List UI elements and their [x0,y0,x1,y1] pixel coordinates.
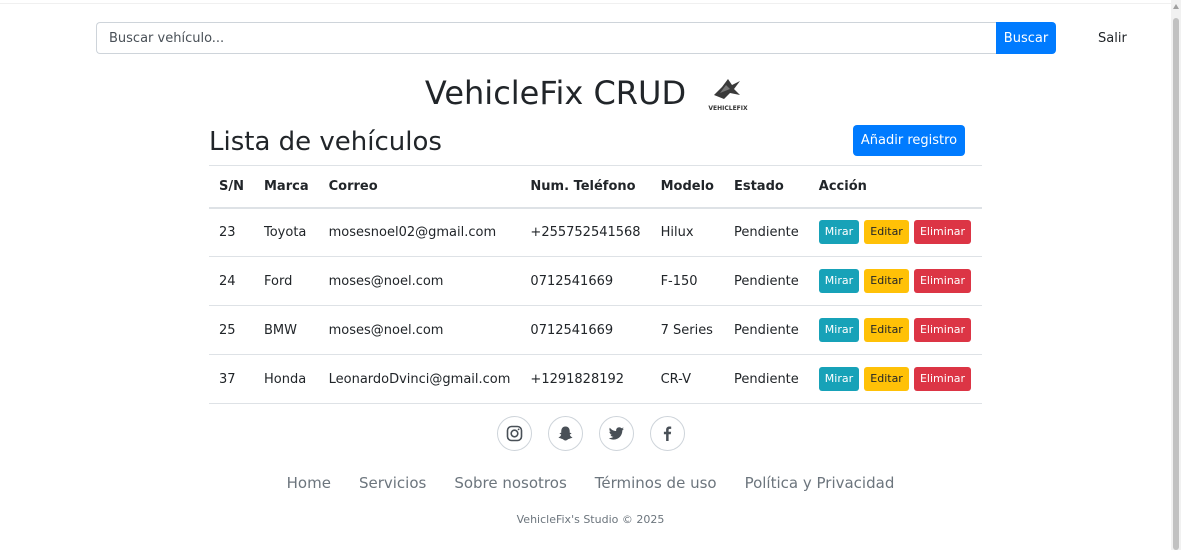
page-title: VehicleFix CRUD [424,74,687,112]
footer-link-home[interactable]: Home [287,474,331,492]
cell-marca: Ford [254,256,319,306]
copyright: VehicleFix's Studio © 2025 [516,513,665,526]
header: VehicleFix CRUD VEHICLEFIX [0,73,1181,113]
scroll-up-arrow-icon[interactable] [1173,4,1179,9]
table-row: 37 Honda LeonardoDvinci@gmail.com +12918… [209,354,983,404]
view-button[interactable]: Mirar [818,367,860,391]
cell-telefono: +1291828192 [520,354,651,404]
delete-button[interactable]: Eliminar [913,269,972,293]
edit-button[interactable]: Editar [864,220,909,245]
cell-modelo: CR-V [650,354,724,404]
facebook-icon[interactable] [649,416,685,451]
add-record-button[interactable]: Añadir registro [853,125,965,156]
cell-correo: moses@noel.com [318,256,521,306]
footer-link-about[interactable]: Sobre nosotros [454,474,566,492]
cell-sn: 23 [209,207,254,257]
logout-link[interactable]: Salir [1098,31,1127,46]
twitter-icon[interactable] [598,416,634,451]
cell-actions: Mirar Editar Eliminar [808,354,983,404]
cell-correo: moses@noel.com [318,305,521,355]
column-header: Acción [808,165,983,209]
cell-estado: Pendiente [723,256,809,306]
column-header: Marca [254,165,319,209]
cell-sn: 24 [209,256,254,306]
search-input[interactable] [96,22,996,54]
cell-telefono: +255752541568 [520,207,651,257]
column-header: Num. Teléfono [520,165,651,209]
instagram-icon[interactable] [496,416,532,451]
vehiclefix-logo: VEHICLEFIX [700,73,756,113]
delete-button[interactable]: Eliminar [913,220,972,245]
cell-correo: mosesnoel02@gmail.com [318,207,521,257]
edit-button[interactable]: Editar [864,269,909,293]
edit-button[interactable]: Editar [864,367,909,391]
view-button[interactable]: Mirar [818,269,860,293]
cell-actions: Mirar Editar Eliminar [808,207,983,257]
cell-estado: Pendiente [723,354,809,404]
cell-marca: BMW [254,305,319,355]
cell-telefono: 0712541669 [520,256,651,306]
cell-actions: Mirar Editar Eliminar [808,305,983,355]
cell-estado: Pendiente [723,305,809,355]
footer-nav: Home Servicios Sobre nosotros Términos d… [0,474,1181,492]
cell-modelo: Hilux [650,207,724,257]
edit-button[interactable]: Editar [864,318,909,342]
top-border [0,0,1171,4]
table-row: 24 Ford moses@noel.com 0712541669 F-150 … [209,256,983,306]
search-button[interactable]: Buscar [996,22,1056,54]
delete-button[interactable]: Eliminar [913,318,972,342]
delete-button[interactable]: Eliminar [913,367,972,391]
scrollbar-thumb[interactable] [1173,18,1179,550]
snapchat-icon[interactable] [547,416,583,451]
footer-link-terms[interactable]: Términos de uso [595,474,717,492]
column-header: S/N [209,165,254,209]
column-header: Estado [723,165,809,209]
vehicles-table: S/N Marca Correo Num. Teléfono Modelo Es… [209,165,983,404]
logo-text: VEHICLEFIX [708,105,748,112]
cell-marca: Honda [254,354,319,404]
cell-sn: 37 [209,354,254,404]
search-bar: Buscar [96,22,1056,54]
cell-modelo: F-150 [650,256,724,306]
column-header: Modelo [650,165,724,209]
cell-estado: Pendiente [723,207,809,257]
cell-modelo: 7 Series [650,305,724,355]
cell-telefono: 0712541669 [520,305,651,355]
cell-correo: LeonardoDvinci@gmail.com [318,354,521,404]
scrollbar[interactable] [1171,0,1181,550]
footer-link-services[interactable]: Servicios [359,474,426,492]
view-button[interactable]: Mirar [818,318,860,342]
cell-sn: 25 [209,305,254,355]
column-header: Correo [318,165,521,209]
list-title: Lista de vehículos [209,127,442,157]
cell-actions: Mirar Editar Eliminar [808,256,983,306]
table-header-row: S/N Marca Correo Num. Teléfono Modelo Es… [209,165,983,209]
social-links [0,416,1181,451]
table-row: 25 BMW moses@noel.com 0712541669 7 Serie… [209,305,983,355]
view-button[interactable]: Mirar [818,220,860,245]
cell-marca: Toyota [254,207,319,257]
table-row: 23 Toyota mosesnoel02@gmail.com +2557525… [209,207,983,257]
footer-link-privacy[interactable]: Política y Privacidad [745,474,895,492]
